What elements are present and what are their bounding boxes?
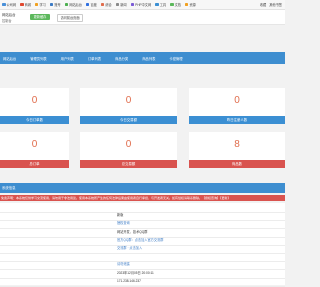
stat-value: 0 [31, 95, 38, 106]
stat-value: 8 [234, 139, 240, 150]
info-value: 171.238.146.237 [117, 278, 141, 283]
bookmark-label: 商城 [24, 3, 31, 7]
bookmark-label: 学习 [39, 3, 46, 7]
bookmark-label: 网站后台 [69, 3, 82, 7]
stat-card-total-amount: 0 总交易额 [80, 132, 177, 168]
stat-card-product-count: 8 商品数 [189, 132, 285, 168]
system-info-title: 系统信息 [0, 183, 285, 193]
bookmark-label: 资源 [189, 3, 196, 7]
main-nav: 网站后台 管理员列表 用户列表 订单列表 商品分类 商品列表 卡密管理 [0, 52, 285, 64]
stat-label: 商品数 [189, 160, 285, 168]
bookmark-item[interactable]: 新闻 [115, 2, 127, 7]
stat-label: 昨日注册人数 [189, 116, 285, 124]
bookmarks-bar: 公司网 商城 学习 账号 网站后台 百度 综合 新闻 PHP中文网 工具 文档 资源 收藏 其他书签 [0, 0, 285, 10]
bookmark-folder-favorites[interactable]: 收藏 [260, 2, 266, 7]
bookmark-favicon-icon [20, 2, 24, 7]
stat-card-yesterday-registrations: 0 昨日注册人数 [189, 88, 285, 124]
bookmark-favicon-icon [130, 2, 135, 7]
bookmark-item[interactable]: 资源 [184, 2, 196, 7]
bookmark-favicon-icon [170, 2, 174, 7]
nav-item-dashboard[interactable]: 网站后台 [3, 56, 16, 61]
bookmark-favicon-icon [64, 2, 69, 7]
stat-value: 0 [234, 95, 240, 106]
bookmark-folder-other[interactable]: 其他书签 [269, 2, 282, 7]
nav-item-users[interactable]: 用户列表 [61, 56, 74, 61]
bookmark-item[interactable]: 账号 [49, 2, 61, 7]
bookmark-favicon-icon [85, 2, 90, 7]
nav-item-admins[interactable]: 管理员列表 [30, 56, 46, 61]
bookmark-label: 综合 [105, 3, 112, 7]
bookmark-label: 工具 [159, 3, 167, 7]
stat-value: 0 [125, 139, 132, 150]
admin-header: 网站后台 控制台 更新缓存 访问前台页面 [0, 10, 285, 25]
nav-item-categories[interactable]: 商品分类 [115, 56, 128, 61]
bookmark-favicon-icon [100, 2, 105, 7]
nav-item-orders[interactable]: 订单列表 [88, 56, 101, 61]
site-title: 网站后台 [2, 13, 16, 17]
stat-card-today-orders: 0 今日订单数 [0, 88, 69, 124]
bookmark-item[interactable]: 网站后台 [64, 2, 82, 7]
bookmarks-right: 收藏 其他书签 [260, 2, 282, 7]
bookmark-label: 公司网 [6, 3, 17, 7]
bookmark-item[interactable]: PHP中文网 [130, 2, 152, 7]
bookmark-label: 新闻 [120, 3, 127, 7]
bookmark-item[interactable]: 公司网 [2, 2, 16, 7]
bookmark-item[interactable]: 百度 [85, 2, 97, 7]
bookmark-favicon-icon [34, 2, 39, 7]
nav-item-cards[interactable]: 卡密管理 [169, 56, 182, 61]
bookmark-label: 账号 [54, 3, 61, 7]
bookmark-item[interactable]: 综合 [100, 2, 112, 7]
bookmark-favicon-icon [2, 2, 6, 7]
page-subtitle: 控制台 [2, 19, 12, 23]
bookmark-label: 百度 [90, 3, 97, 7]
stat-label: 总交易额 [80, 160, 177, 168]
bookmark-favicon-icon [49, 2, 54, 7]
bookmark-label: 文档 [174, 3, 181, 7]
bookmark-item[interactable]: 学习 [34, 2, 46, 7]
bookmark-label: PHP中文网 [135, 3, 152, 7]
stat-card-today-amount: 0 今日交易额 [80, 88, 177, 124]
bookmark-item[interactable]: 商城 [20, 2, 31, 7]
stat-label: 总订单 [0, 160, 69, 168]
disclaimer-banner: 免责声明：本系统仅供学习交流使用，请勿用于非法用途。使用本系统所产生的任何法律后… [0, 195, 285, 201]
stat-label: 今日订单数 [0, 116, 69, 124]
bookmark-item[interactable]: 工具 [155, 2, 166, 7]
bookmark-favicon-icon [115, 2, 120, 7]
stat-value: 0 [125, 95, 132, 106]
system-info-table: 新版 授权查询 网站开发、技术QQ群 官方QQ群：点击加入官方交流群 交流群 · 点击加… [0, 203, 285, 287]
stat-card-total-orders: 0 总订单 [0, 132, 69, 168]
stat-value: 0 [31, 139, 38, 150]
bookmark-item[interactable]: 文档 [170, 2, 181, 7]
bookmark-favicon-icon [155, 2, 159, 7]
visit-frontend-button[interactable]: 访问前台页面 [57, 14, 83, 22]
stat-label: 今日交易额 [80, 116, 177, 124]
info-row: 171.238.146.237 [0, 277, 285, 287]
bookmark-favicon-icon [184, 2, 189, 7]
nav-item-products[interactable]: 商品列表 [142, 56, 155, 61]
refresh-cache-button[interactable]: 更新缓存 [30, 14, 50, 20]
